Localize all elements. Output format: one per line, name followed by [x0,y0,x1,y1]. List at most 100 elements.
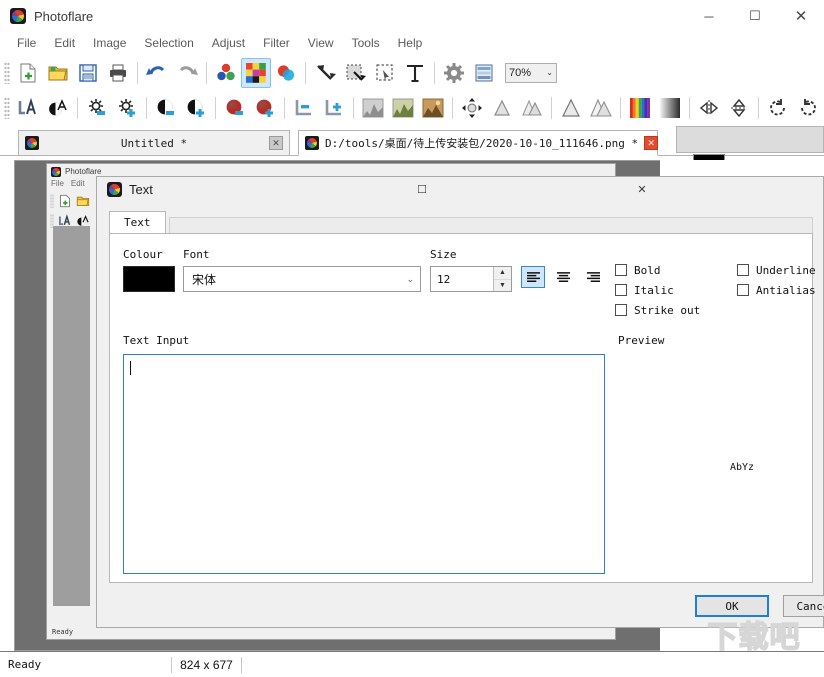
strikeout-label: Strike out [634,303,701,317]
menu-help[interactable]: Help [389,34,432,52]
underline-checkbox[interactable] [737,264,749,276]
align-center-icon[interactable] [551,266,575,288]
minimize-button[interactable]: ─ [686,0,732,32]
colour-picker-icon[interactable] [211,58,241,88]
toolbar-grip[interactable] [4,96,10,119]
text-outline-icon[interactable] [13,93,43,123]
blur-more-icon[interactable] [517,93,547,123]
close-button[interactable]: ✕ [778,0,824,32]
redo-icon[interactable] [172,58,202,88]
italic-checkbox-row[interactable]: Italic [615,280,700,300]
colour-swatch-button[interactable] [123,266,175,292]
saturation-increase-icon[interactable] [250,93,280,123]
tabbar-filler [169,217,813,233]
menu-image[interactable]: Image [84,34,135,52]
rotate-left-icon[interactable] [763,93,793,123]
menu-view[interactable]: View [299,34,343,52]
align-left-icon[interactable] [521,266,545,288]
status-separator [171,656,173,673]
toolbar-grip[interactable] [4,61,10,84]
photoflare-logo-icon [51,166,61,177]
open-folder-icon[interactable] [43,58,73,88]
levels-increase-icon[interactable] [319,93,349,123]
undo-icon[interactable] [142,58,172,88]
move-resize-icon[interactable] [457,93,487,123]
italic-checkbox[interactable] [615,284,627,296]
colour-spectrum-icon[interactable] [625,93,655,123]
menu-tools[interactable]: Tools [343,34,389,52]
flip-horizontal-icon[interactable] [694,93,724,123]
dialog-close-button[interactable]: ✕ [625,177,659,201]
rect-select-icon[interactable] [370,58,400,88]
cancel-button[interactable]: Cance [783,595,824,617]
underline-checkbox-row[interactable]: Underline [737,260,816,280]
child-menu-edit[interactable]: Edit [71,179,85,191]
tab-text[interactable]: Text [109,211,166,233]
font-combo[interactable]: 宋体 ⌄ [183,266,421,292]
ok-button[interactable]: OK [695,595,769,617]
size-step-up[interactable]: ▲ [494,267,511,280]
document-tab-untitled[interactable]: Untitled * ✕ [18,130,290,156]
tab-close-icon[interactable]: ✕ [644,136,659,150]
bold-checkbox[interactable] [615,264,627,276]
flip-vertical-icon[interactable] [724,93,754,123]
maximize-button[interactable]: ☐ [732,0,778,32]
tab-text-label: Text [124,216,151,229]
open-folder-icon[interactable] [74,192,92,210]
menu-adjust[interactable]: Adjust [203,34,254,52]
sharpen-icon[interactable] [556,93,586,123]
bold-checkbox-row[interactable]: Bold [615,260,700,280]
contrast-decrease-icon[interactable] [151,93,181,123]
child-canvas-area[interactable] [53,226,90,606]
text-input-field[interactable] [123,354,605,574]
paint-bucket-icon[interactable] [241,57,271,88]
brightness-decrease-icon[interactable] [82,93,112,123]
child-toolbar-grip[interactable] [50,194,54,208]
antialias-checkbox[interactable] [737,284,749,296]
auto-levels-icon[interactable] [388,93,418,123]
contrast-increase-icon[interactable] [181,93,211,123]
strikeout-checkbox[interactable] [615,304,627,316]
new-file-icon[interactable] [56,192,74,210]
levels-decrease-icon[interactable] [289,93,319,123]
text-contrast-icon[interactable] [43,93,73,123]
size-spinbox[interactable]: 12 ▲ ▼ [430,266,512,292]
sharpen-more-icon[interactable] [586,93,616,123]
transform-select-icon[interactable] [340,58,370,88]
menubar: File Edit Image Selection Adjust Filter … [0,32,824,54]
photoflare-logo-icon [10,8,26,24]
rotate-right-icon[interactable] [793,93,823,123]
menu-filter[interactable]: Filter [254,34,299,52]
image-adjust-icon[interactable] [418,93,448,123]
settings-gear-icon[interactable] [439,58,469,88]
dialog-maximize-button[interactable]: ☐ [405,177,439,201]
child-menu-file[interactable]: File [51,179,64,191]
antialias-checkbox-row[interactable]: Antialias [737,280,816,300]
tab-close-icon[interactable]: ✕ [269,136,283,150]
size-step-down[interactable]: ▼ [494,279,511,291]
greyscale-gradient-icon[interactable] [655,93,685,123]
zoom-level-combo[interactable]: 70% ⌄ [505,62,557,83]
text-tool-icon[interactable] [400,58,430,88]
status-dimensions: 824 x 677 [180,657,233,672]
pointer-arrow-icon[interactable] [310,58,340,88]
text-dialog-page: Colour Font 宋体 ⌄ Size 12 ▲ ▼ Bold Italic… [109,233,816,583]
toolbar-separator [215,96,216,119]
menu-selection[interactable]: Selection [135,34,202,52]
layers-icon[interactable] [469,58,499,88]
toolbar-separator [620,96,621,119]
align-right-icon[interactable] [581,266,605,288]
saturation-decrease-icon[interactable] [220,93,250,123]
histogram-icon[interactable] [358,93,388,123]
print-icon[interactable] [103,58,133,88]
document-tab-png[interactable]: D:/tools/桌面/待上传安装包/2020-10-10_111646.png… [298,130,659,156]
brightness-increase-icon[interactable] [112,93,142,123]
menu-file[interactable]: File [8,34,45,52]
new-file-icon[interactable] [13,58,43,88]
blend-colours-icon[interactable] [271,58,301,88]
blur-icon[interactable] [487,93,517,123]
strikeout-checkbox-row[interactable]: Strike out [615,300,700,320]
save-icon[interactable] [73,58,103,88]
menu-edit[interactable]: Edit [45,34,84,52]
size-stepper[interactable]: ▲ ▼ [493,267,511,291]
